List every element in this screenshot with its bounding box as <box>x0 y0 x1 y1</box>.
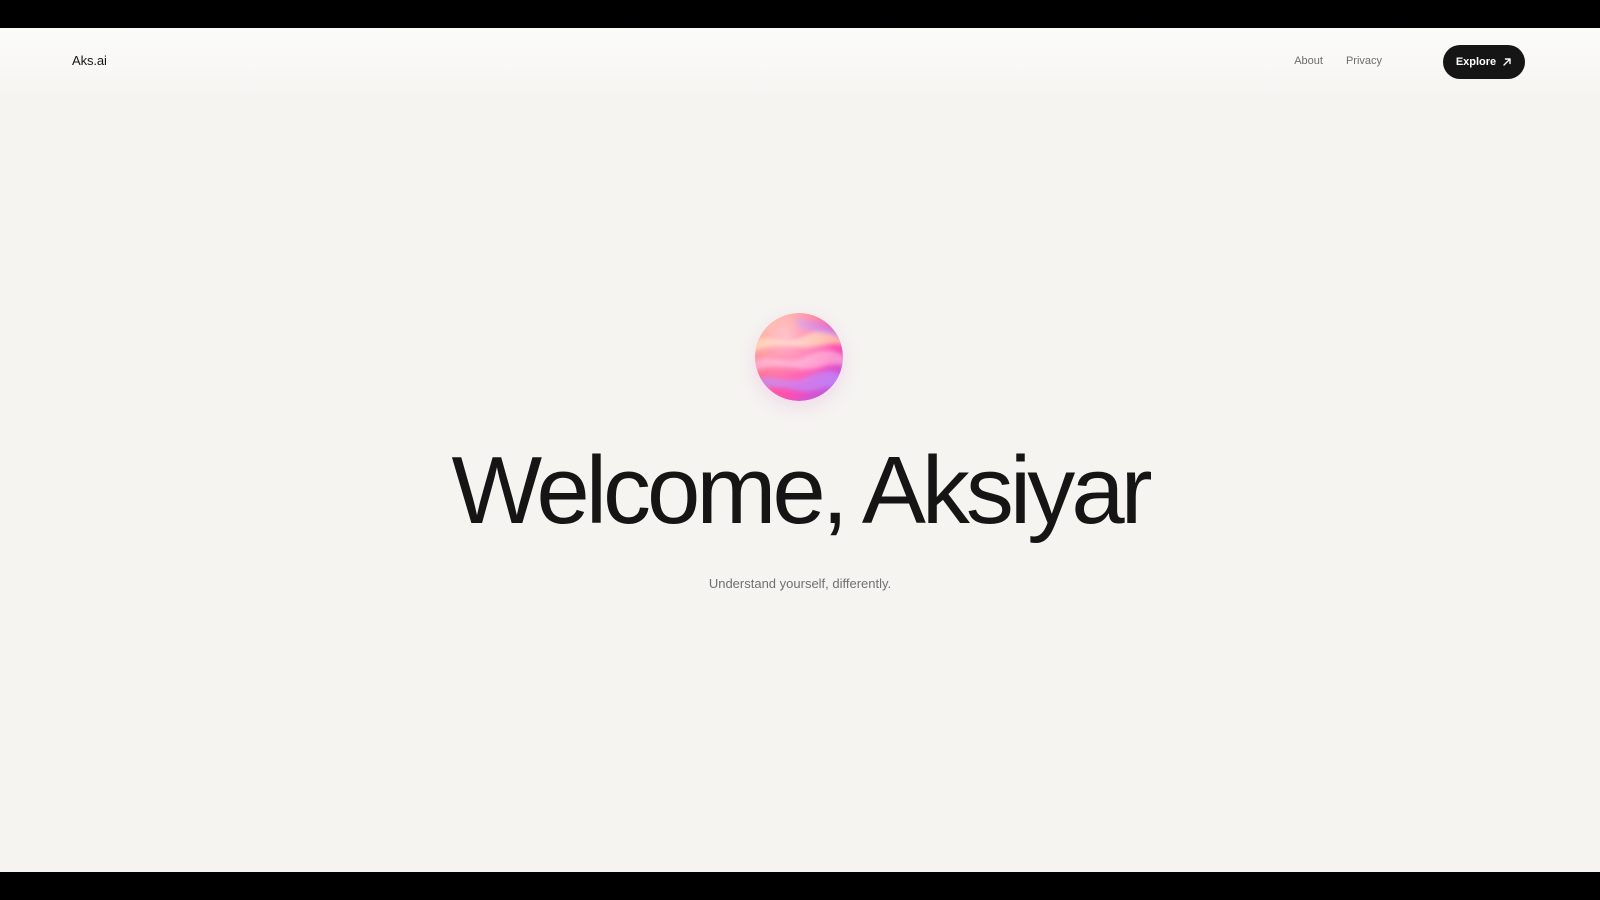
nav-link-privacy[interactable]: Privacy <box>1346 55 1382 67</box>
nav-link-about[interactable]: About <box>1294 55 1323 67</box>
page-viewport: Aks.ai About Privacy Explore Welcome, Ak… <box>0 28 1600 872</box>
welcome-heading: Welcome, Aksiyar <box>451 437 1152 544</box>
brand-logo[interactable]: Aks.ai <box>72 53 107 68</box>
explore-button[interactable]: Explore <box>1443 45 1525 79</box>
top-navbar: Aks.ai About Privacy Explore <box>0 28 1600 98</box>
tagline: Understand yourself, differently. <box>708 576 892 591</box>
gradient-orb-icon <box>755 313 843 401</box>
explore-button-label: Explore <box>1455 56 1497 68</box>
nav-links: About Privacy <box>1294 55 1382 67</box>
arrow-up-right-icon <box>1502 57 1512 67</box>
